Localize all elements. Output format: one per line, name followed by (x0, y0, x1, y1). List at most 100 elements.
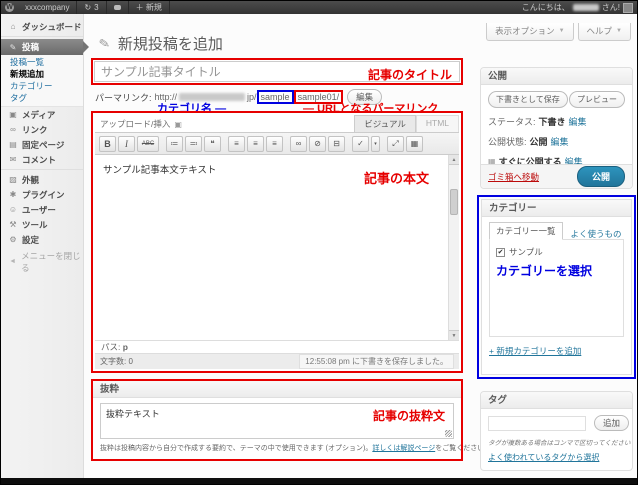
align-center-icon[interactable]: ≡ (247, 136, 264, 152)
publish-button[interactable]: 公開 (577, 166, 625, 187)
editor-scrollbar[interactable]: ▲ ▼ (448, 155, 459, 340)
sidebar-label-appearance: 外観 (22, 174, 39, 186)
tab-html[interactable]: HTML (416, 115, 459, 132)
site-name-menu[interactable]: xxxcompany (18, 1, 77, 14)
scroll-down-icon[interactable]: ▼ (449, 330, 459, 340)
sidebar-item-settings[interactable]: ⚙ 設定 (1, 232, 83, 247)
sidebar-item-tools[interactable]: ⚒ ツール (1, 217, 83, 232)
sidebar-item-comments[interactable]: ✉ コメント (1, 152, 83, 167)
align-right-icon[interactable]: ≡ (266, 136, 283, 152)
draft-saved-status: 12:55:08 pm に下書きを保存しました。 (299, 354, 454, 369)
site-name-label: xxxcompany (25, 3, 69, 12)
scrollbar-thumb[interactable] (450, 189, 458, 215)
media-icon: ▣ (8, 110, 18, 119)
resize-handle[interactable] (445, 430, 452, 437)
proofread-dropdown-icon[interactable]: ▾ (371, 136, 380, 152)
categories-panel: カテゴリー カテゴリー一覧 よく使うもの ✔ サンプル カテゴリーを選択 (481, 199, 632, 375)
home-icon: ⌂ (8, 22, 18, 31)
path-value: p (123, 342, 128, 352)
upload-insert-button[interactable]: アップロード/挿入 ▣ (95, 118, 182, 132)
new-content-button[interactable]: ＋ 新規 (129, 1, 170, 14)
posts-submenu: 投稿一覧 新規追加 カテゴリー タグ (1, 55, 83, 107)
new-content-label: ＋ 新規 (136, 2, 162, 13)
category-checkbox-row[interactable]: ✔ サンプル (496, 246, 617, 258)
annotation-select-category: カテゴリーを選択 (496, 262, 617, 279)
move-to-trash-link[interactable]: ゴミ箱へ移動 (488, 171, 539, 183)
tag-input[interactable] (488, 416, 586, 431)
sidebar-item-add-new[interactable]: 新規追加 (1, 68, 83, 80)
sidebar-item-users[interactable]: ☺ ユーザー (1, 202, 83, 217)
sidebar-item-dashboard[interactable]: ⌂ ダッシュボード (1, 19, 83, 34)
editor-content-area[interactable]: サンプル記事本文テキスト 記事の本文 ▲ ▼ (95, 155, 459, 340)
comments-icon: ✉ (8, 155, 18, 164)
remove-link-icon[interactable]: ⊘ (309, 136, 326, 152)
more-tag-icon[interactable]: ⊟ (328, 136, 345, 152)
visibility-edit-link[interactable]: 編集 (551, 135, 569, 148)
current-menu-arrow (83, 41, 89, 53)
kitchen-sink-icon[interactable]: ▦ (406, 136, 423, 152)
align-left-icon[interactable]: ≡ (228, 136, 245, 152)
insert-link-icon[interactable]: ∞ (290, 136, 307, 152)
screen-options-button[interactable]: 表示オプション ▼ (486, 23, 573, 41)
add-new-category-label: + 新規カテゴリーを追加 (489, 346, 581, 356)
sidebar-item-plugins[interactable]: ✱ プラグイン (1, 187, 83, 202)
add-tag-button[interactable]: 追加 (594, 415, 629, 431)
tags-panel-header[interactable]: タグ (481, 392, 632, 409)
sidebar-item-tags[interactable]: タグ (1, 92, 83, 104)
tab-most-used[interactable]: よく使うもの (571, 228, 622, 240)
strikethrough-icon[interactable]: ABC (137, 136, 159, 152)
save-draft-button[interactable]: 下書きとして保存 (488, 91, 568, 108)
preview-button[interactable]: プレビュー (569, 91, 625, 108)
fullscreen-icon[interactable]: ⤢ (387, 136, 404, 152)
status-row: ステータス: 下書き 編集 (488, 115, 625, 128)
wordpress-logo-icon[interactable]: W (5, 3, 14, 12)
categories-annotation-box: カテゴリー カテゴリー一覧 よく使うもの ✔ サンプル カテゴリーを選択 (477, 195, 636, 379)
tab-visual[interactable]: ビジュアル (354, 115, 416, 132)
category-checkbox[interactable]: ✔ (496, 248, 505, 257)
plugins-icon: ✱ (8, 190, 18, 199)
numbered-list-icon[interactable]: ≕ (185, 136, 202, 152)
sidebar-item-media[interactable]: ▣ メディア (1, 107, 83, 122)
add-new-category-link[interactable]: + 新規カテゴリーを追加 (489, 345, 624, 357)
excerpt-panel-header[interactable]: 抜粋 (93, 381, 461, 398)
sidebar-item-pages[interactable]: ▤ 固定ページ (1, 137, 83, 152)
editor-tabs: ビジュアル HTML (354, 115, 459, 132)
post-editor: アップロード/挿入 ▣ ビジュアル HTML B I ABC ≔ ≕ ❝ (95, 115, 459, 369)
tab-all-categories[interactable]: カテゴリー一覧 (489, 222, 563, 240)
sidebar-item-categories[interactable]: カテゴリー (1, 80, 83, 92)
status-value: 下書き (539, 115, 566, 128)
sidebar-item-posts[interactable]: ✎ 投稿 (1, 39, 83, 55)
italic-icon[interactable]: I (118, 136, 135, 152)
status-label: ステータス: (488, 115, 536, 128)
account-menu[interactable]: こんにちは、 さん! (522, 2, 637, 13)
blockquote-icon[interactable]: ❝ (204, 136, 221, 152)
visibility-row: 公開状態: 公開 編集 (488, 135, 625, 148)
collapse-menu-button[interactable]: ◄ メニューを閉じる (1, 254, 83, 269)
settings-icon: ⚙ (8, 235, 18, 244)
updates-indicator[interactable]: ↻ 3 (77, 1, 106, 14)
sidebar-item-links[interactable]: ∞ リンク (1, 122, 83, 137)
categories-panel-body: カテゴリー一覧 よく使うもの ✔ サンプル カテゴリーを選択 + 新規カテゴリー… (482, 217, 631, 362)
categories-panel-header[interactable]: カテゴリー (482, 200, 631, 217)
status-edit-link[interactable]: 編集 (569, 115, 587, 128)
annotation-post-title: 記事のタイトル (368, 66, 452, 83)
excerpt-docs-link[interactable]: 詳しくは解説ページ (372, 445, 435, 452)
collapse-arrow-icon: ◄ (8, 258, 17, 265)
editor-toolbar: B I ABC ≔ ≕ ❝ ≡ ≡ ≡ ∞ ⊘ ⊟ ✓ (95, 132, 459, 155)
sidebar-divider (1, 169, 83, 170)
visibility-value: 公開 (530, 135, 548, 148)
bulleted-list-icon[interactable]: ≔ (166, 136, 183, 152)
categories-tabs: カテゴリー一覧 よく使うもの (489, 222, 624, 240)
publish-panel-header[interactable]: 公開 (481, 68, 632, 85)
sidebar-item-appearance[interactable]: ▨ 外観 (1, 172, 83, 187)
choose-from-tags-link[interactable]: よく使われているタグから選択 (488, 452, 625, 463)
excerpt-textarea[interactable]: 抜粋テキスト 記事の抜粋文 (100, 403, 454, 439)
greeting-text: こんにちは、 (522, 2, 570, 13)
help-button[interactable]: ヘルプ ▼ (578, 23, 631, 41)
excerpt-panel-body: 抜粋テキスト 記事の抜粋文 抜粋は投稿内容から自分で作成する要約で、テーマの中で… (93, 398, 461, 453)
bold-icon[interactable]: B (99, 136, 116, 152)
proofread-icon[interactable]: ✓ (352, 136, 369, 152)
comments-indicator[interactable] (107, 1, 129, 14)
sidebar-item-all-posts[interactable]: 投稿一覧 (1, 56, 83, 68)
scroll-up-icon[interactable]: ▲ (449, 155, 459, 165)
